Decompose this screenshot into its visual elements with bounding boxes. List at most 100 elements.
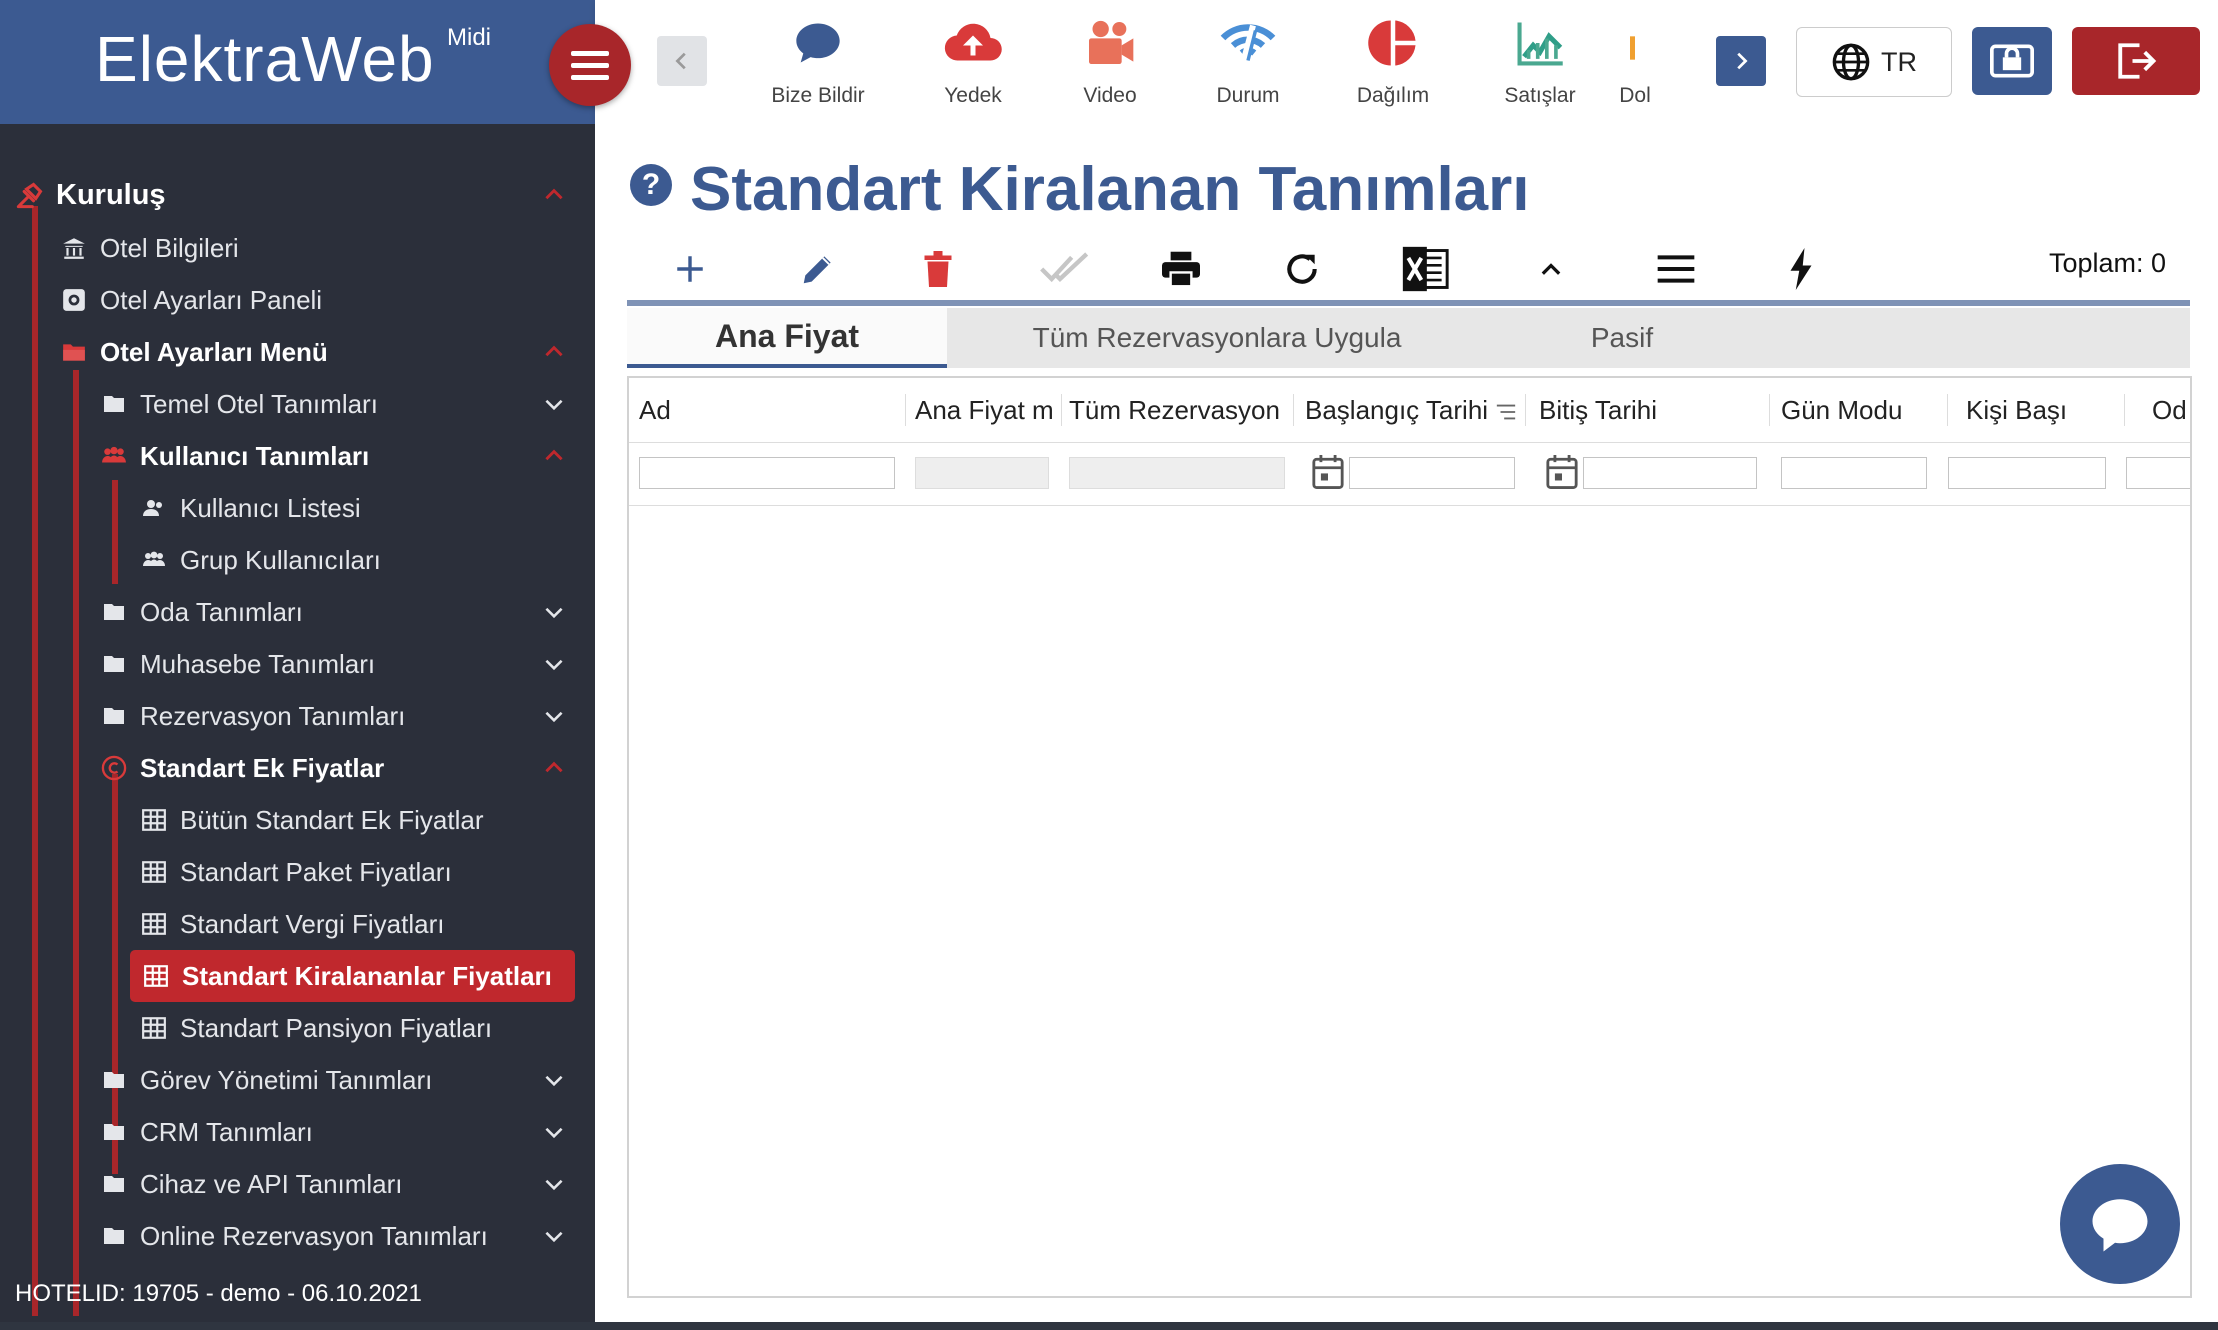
sidebar-item-online-rezervasyon-tanimlari[interactable]: Online Rezervasyon Tanımları xyxy=(0,1210,595,1262)
chevron-up-icon[interactable] xyxy=(541,755,567,781)
building-icon xyxy=(60,234,88,262)
delete-button[interactable] xyxy=(908,239,968,299)
menu-toggle-button[interactable] xyxy=(549,24,631,106)
quick-action-button[interactable] xyxy=(1771,239,1831,299)
column-header-tum-rezervasyonlar[interactable]: Tüm Rezervasyonl xyxy=(1069,378,1279,442)
chevron-down-icon[interactable] xyxy=(541,599,567,625)
grid-header: Ad Ana Fiyat m Tüm Rezervasyonl Başlangı… xyxy=(629,378,2190,443)
filter-input-ad[interactable] xyxy=(639,457,895,489)
chevron-down-icon[interactable] xyxy=(541,1223,567,1249)
column-header-bitis-tarihi[interactable]: Bitiş Tarihi xyxy=(1539,378,1759,442)
chevron-down-icon[interactable] xyxy=(541,1119,567,1145)
approve-button[interactable] xyxy=(1035,239,1095,299)
chevron-up-icon[interactable] xyxy=(541,182,567,208)
add-button[interactable] xyxy=(660,239,720,299)
globe-icon xyxy=(1832,43,1870,81)
folder-icon xyxy=(100,598,128,626)
app-logo: ElektraWeb xyxy=(95,23,435,95)
chevron-left-icon xyxy=(675,52,686,70)
toolbar-bize-bildir[interactable]: Bize Bildir xyxy=(748,8,888,108)
pencil-icon xyxy=(803,256,831,284)
column-menu-icon[interactable] xyxy=(1495,402,1517,422)
group-users-icon xyxy=(140,546,168,574)
sidebar-item-butun-standart-ek-fiyatlar[interactable]: Bütün Standart Ek Fiyatlar xyxy=(0,794,595,846)
column-header-ana-fiyat[interactable]: Ana Fiyat m xyxy=(915,378,1055,442)
sidebar-item-temel-otel-tanimlari[interactable]: Temel Otel Tanımları xyxy=(0,378,595,430)
collapse-button[interactable] xyxy=(1521,239,1581,299)
chevron-up-icon[interactable] xyxy=(541,339,567,365)
filter-input-baslangic-tarihi[interactable] xyxy=(1349,457,1515,489)
sidebar-item-rezervasyon-tanimlari[interactable]: Rezervasyon Tanımları xyxy=(0,690,595,742)
sidebar-item-standart-vergi-fiyatlari[interactable]: Standart Vergi Fiyatları xyxy=(0,898,595,950)
sidebar-item-standart-ek-fiyatlar[interactable]: Standart Ek Fiyatlar xyxy=(0,742,595,794)
status-bar-text: HOTELID: 19705 - demo - 06.10.2021 xyxy=(15,1280,422,1307)
column-header-kisi-basi[interactable]: Kişi Başı xyxy=(1966,378,2116,442)
sidebar-item-kurulus[interactable]: Kuruluş xyxy=(0,169,595,221)
sidebar-item-cihaz-ve-api-tanimlari[interactable]: Cihaz ve API Tanımları xyxy=(0,1158,595,1210)
columns-menu-button[interactable] xyxy=(1646,239,1706,299)
folder-icon xyxy=(100,650,128,678)
filter-row xyxy=(629,443,2190,506)
filter-input-gun-modu[interactable] xyxy=(1781,457,1927,489)
chat-icon xyxy=(748,8,888,78)
toolbar-scroll-left-button[interactable] xyxy=(657,36,707,86)
sidebar-item-otel-ayarlari-paneli[interactable]: Otel Ayarları Paneli xyxy=(0,274,595,326)
filter-input-tum-rezervasyonlar xyxy=(1069,457,1285,489)
filter-input-bitis-tarihi[interactable] xyxy=(1583,457,1757,489)
sidebar-item-grup-kullanicilari[interactable]: Grup Kullanıcıları xyxy=(0,534,595,586)
language-button[interactable]: TR xyxy=(1796,27,1952,97)
sidebar-item-standart-kiralananlar-fiyatlari[interactable]: Standart Kiralananlar Fiyatları xyxy=(130,950,575,1002)
chevron-down-icon[interactable] xyxy=(541,703,567,729)
chevron-down-icon[interactable] xyxy=(541,391,567,417)
chevron-up-icon[interactable] xyxy=(541,443,567,469)
toolbar-durum[interactable]: Durum xyxy=(1178,8,1318,108)
sidebar-item-crm-tanimlari[interactable]: CRM Tanımları xyxy=(0,1106,595,1158)
logout-button[interactable] xyxy=(2072,27,2200,95)
toolbar-divider xyxy=(627,300,2190,306)
live-chat-button[interactable] xyxy=(2060,1164,2180,1284)
export-excel-button[interactable] xyxy=(1395,239,1455,299)
toolbar-yedek[interactable]: Yedek xyxy=(903,8,1043,108)
toolbar-satislar[interactable]: Satışlar xyxy=(1470,8,1610,108)
sidebar-item-gorev-yonetimi-tanimlari[interactable]: Görev Yönetimi Tanımları xyxy=(0,1054,595,1106)
column-header-gun-modu[interactable]: Gün Modu xyxy=(1781,378,1941,442)
chevron-down-icon[interactable] xyxy=(541,1067,567,1093)
sidebar-item-standart-paket-fiyatlari[interactable]: Standart Paket Fiyatları xyxy=(0,846,595,898)
filter-input-od[interactable] xyxy=(2126,457,2190,489)
chevron-down-icon[interactable] xyxy=(541,1171,567,1197)
help-icon[interactable]: ? xyxy=(630,164,672,206)
tab-tum-rezervasyonlara-uygula[interactable]: Tüm Rezervasyonlara Uygula xyxy=(957,308,1477,368)
cloud-upload-icon xyxy=(903,8,1043,78)
tab-ana-fiyat[interactable]: Ana Fiyat xyxy=(627,308,947,368)
plus-icon xyxy=(677,256,703,282)
sidebar-item-otel-ayarlari-menu[interactable]: Otel Ayarları Menü xyxy=(0,326,595,378)
main-content: ? Standart Kiralanan Tanımları Toplam: 0… xyxy=(595,124,2218,1322)
column-header-baslangic-tarihi[interactable]: Başlangıç Tarihi xyxy=(1305,378,1511,442)
toolbar-dol[interactable]: Dol xyxy=(1605,8,1665,108)
sidebar-item-kullanici-tanimlari[interactable]: Kullanıcı Tanımları xyxy=(0,430,595,482)
refresh-button[interactable] xyxy=(1272,239,1332,299)
bar-chart-icon xyxy=(1605,8,1665,78)
toolbar-scroll-right-button[interactable] xyxy=(1716,36,1766,86)
calendar-icon[interactable] xyxy=(1545,453,1579,491)
filter-input-kisi-basi[interactable] xyxy=(1948,457,2106,489)
toolbar-video[interactable]: Video xyxy=(1040,8,1180,108)
column-header-od[interactable]: Od xyxy=(2152,378,2190,442)
sidebar-item-standart-pansiyon-fiyatlari[interactable]: Standart Pansiyon Fiyatları xyxy=(0,1002,595,1054)
calendar-icon[interactable] xyxy=(1311,453,1345,491)
column-header-ad[interactable]: Ad xyxy=(639,378,899,442)
bottom-strip xyxy=(0,1322,2218,1330)
sidebar-item-otel-bilgileri[interactable]: Otel Bilgileri xyxy=(0,222,595,274)
edit-button[interactable] xyxy=(788,239,848,299)
chat-bubble-icon xyxy=(2092,1199,2148,1252)
sidebar-item-kullanici-listesi[interactable]: Kullanıcı Listesi xyxy=(0,482,595,534)
toolbar-dagilim[interactable]: Dağılım xyxy=(1323,8,1463,108)
sidebar-item-muhasebe-tanimlari[interactable]: Muhasebe Tanımları xyxy=(0,638,595,690)
folder-icon xyxy=(100,702,128,730)
lock-screen-button[interactable] xyxy=(1972,27,2052,95)
pie-chart-icon xyxy=(1323,8,1463,78)
chevron-down-icon[interactable] xyxy=(541,651,567,677)
print-button[interactable] xyxy=(1151,239,1211,299)
sidebar-item-oda-tanimlari[interactable]: Oda Tanımları xyxy=(0,586,595,638)
tab-pasif[interactable]: Pasif xyxy=(1487,308,1757,368)
